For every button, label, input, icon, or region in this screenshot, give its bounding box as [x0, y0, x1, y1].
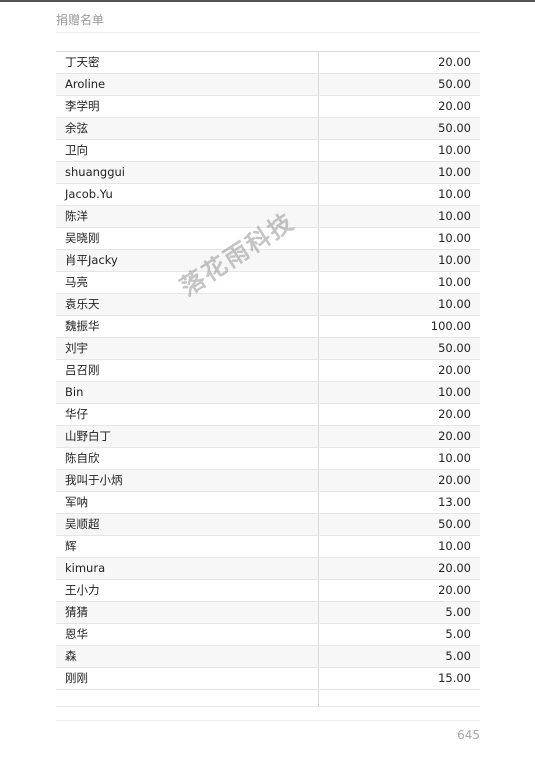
donor-amount: 10.00: [438, 297, 471, 311]
table-row: kimura 20.00: [56, 558, 480, 580]
donor-amount: 10.00: [438, 275, 471, 289]
table-row: 吕召刚 20.00: [56, 360, 480, 382]
donor-amount: 10.00: [438, 451, 471, 465]
blank-cell: [319, 690, 480, 706]
table-row-blank: [56, 690, 480, 706]
donor-amount: 20.00: [438, 55, 471, 69]
donor-amount: 10.00: [438, 231, 471, 245]
table-row: 森 5.00: [56, 646, 480, 668]
donor-name: 森: [56, 646, 319, 667]
table-row: 刘宇 50.00: [56, 338, 480, 360]
table-row: 山野白丁 20.00: [56, 426, 480, 448]
donor-amount: 20.00: [438, 407, 471, 421]
donor-amount: 50.00: [438, 121, 471, 135]
donor-amount: 5.00: [445, 627, 471, 641]
table-row: 肖平Jacky 10.00: [56, 250, 480, 272]
donor-name: Aroline: [56, 74, 319, 95]
donor-amount: 20.00: [438, 473, 471, 487]
top-border: [0, 0, 535, 2]
donor-amount: 10.00: [438, 143, 471, 157]
table-row: 陈自欣 10.00: [56, 448, 480, 470]
table-row: 余弦 50.00: [56, 118, 480, 140]
table-row: 李学明 20.00: [56, 96, 480, 118]
donor-name: shuanggui: [56, 162, 319, 183]
donor-amount: 20.00: [438, 429, 471, 443]
header-divider: [56, 32, 480, 33]
donor-amount: 50.00: [438, 341, 471, 355]
page-number: 645: [457, 728, 480, 742]
table-row: Aroline 50.00: [56, 74, 480, 96]
donor-name: 余弦: [56, 118, 319, 139]
donor-name: 军呐: [56, 492, 319, 513]
donor-name: 刘宇: [56, 338, 319, 359]
table-row: Jacob.Yu 10.00: [56, 184, 480, 206]
table-row: 卫向 10.00: [56, 140, 480, 162]
table-row: 恩华 5.00: [56, 624, 480, 646]
donor-name: kimura: [56, 558, 319, 579]
donor-name: 华仔: [56, 404, 319, 425]
blank-cell: [56, 690, 319, 706]
page-header-title: 捐赠名单: [56, 13, 105, 27]
donor-name: Bin: [56, 382, 319, 403]
donor-amount: 10.00: [438, 187, 471, 201]
donor-amount: 5.00: [445, 649, 471, 663]
donor-amount: 20.00: [438, 583, 471, 597]
donor-name: 魏振华: [56, 316, 319, 337]
table-row: 辉 10.00: [56, 536, 480, 558]
donor-name: 吕召刚: [56, 360, 319, 381]
donor-amount: 5.00: [445, 605, 471, 619]
donor-name: 辉: [56, 536, 319, 557]
donor-amount: 20.00: [438, 561, 471, 575]
table-row: 丁天密 20.00: [56, 52, 480, 74]
donor-amount: 20.00: [438, 363, 471, 377]
donor-name: 李学明: [56, 96, 319, 117]
table-row: 魏振华 100.00: [56, 316, 480, 338]
donor-amount: 20.00: [438, 99, 471, 113]
donor-amount: 15.00: [438, 671, 471, 685]
table-row: 吴顺超 50.00: [56, 514, 480, 536]
table-row: Bin 10.00: [56, 382, 480, 404]
donor-name: 刚刚: [56, 668, 319, 689]
donor-name: 丁天密: [56, 52, 319, 73]
donor-amount: 10.00: [438, 539, 471, 553]
table-row: 王小力 20.00: [56, 580, 480, 602]
donor-name: 陈自欣: [56, 448, 319, 469]
donor-table: 丁天密 20.00 Aroline 50.00 李学明 20.00 余弦 50.00 卫向 10.…: [56, 51, 480, 707]
donor-name: 恩华: [56, 624, 319, 645]
table-row: shuanggui 10.00: [56, 162, 480, 184]
donor-name: 猜猜: [56, 602, 319, 623]
table-row: 马亮 10.00: [56, 272, 480, 294]
donor-amount: 100.00: [430, 319, 471, 333]
donor-amount: 50.00: [438, 517, 471, 531]
donor-name: 我叫于小炳: [56, 470, 319, 491]
table-row: 我叫于小炳 20.00: [56, 470, 480, 492]
donor-name: 王小力: [56, 580, 319, 601]
donor-name: 卫向: [56, 140, 319, 161]
table-row: 袁乐天 10.00: [56, 294, 480, 316]
table-row: 刚刚 15.00: [56, 668, 480, 690]
donor-amount: 50.00: [438, 77, 471, 91]
donor-name: 山野白丁: [56, 426, 319, 447]
footer-divider: [56, 720, 480, 721]
donor-name: 吴顺超: [56, 514, 319, 535]
donor-amount: 13.00: [438, 495, 471, 509]
donor-amount: 10.00: [438, 209, 471, 223]
table-row: 军呐 13.00: [56, 492, 480, 514]
donor-amount: 10.00: [438, 165, 471, 179]
donor-amount: 10.00: [438, 385, 471, 399]
donor-amount: 10.00: [438, 253, 471, 267]
table-row: 猜猜 5.00: [56, 602, 480, 624]
table-row: 华仔 20.00: [56, 404, 480, 426]
